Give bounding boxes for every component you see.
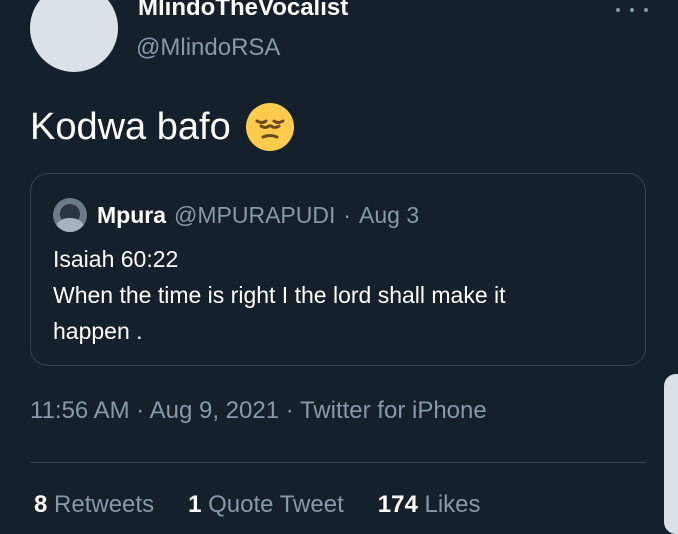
stats-divider (30, 462, 646, 463)
quote-count: 1 (188, 491, 202, 518)
retweets-label: Retweets (54, 491, 155, 518)
quote-label: Quote Tweet (208, 491, 344, 518)
scrollbar-thumb[interactable] (664, 374, 678, 534)
more-icon[interactable] (616, 2, 648, 18)
author-display-name[interactable]: MlindoTheVocalist (138, 0, 348, 22)
quoted-author-avatar[interactable] (53, 198, 87, 232)
likes-label: Likes (424, 491, 481, 518)
quoted-tweet-card[interactable]: Mpura @MPURAPUDI · Aug 3 Isaiah 60:22 Wh… (30, 173, 646, 366)
more-dot (616, 8, 620, 12)
quoted-tweet-header: Mpura @MPURAPUDI · Aug 3 (53, 198, 419, 232)
quote-tweet-stat[interactable]: 1 Quote Tweet (188, 491, 344, 519)
quoted-meta-separator: · (343, 201, 352, 228)
retweets-count: 8 (34, 491, 48, 518)
more-dot (630, 8, 634, 12)
more-dot (644, 8, 648, 12)
likes-count: 174 (377, 491, 418, 518)
quoted-author-handle[interactable]: @MPURAPUDI (174, 202, 335, 229)
likes-stat[interactable]: 174 Likes (378, 491, 481, 519)
tweet-text: Kodwa bafo (30, 105, 231, 148)
retweets-stat[interactable]: 8 Retweets (34, 491, 154, 519)
quoted-tweet-body: Isaiah 60:22 When the time is right I th… (53, 246, 506, 344)
tweet-timestamp[interactable]: 11:56 AM · Aug 9, 2021 · Twitter for iPh… (30, 397, 487, 425)
author-handle[interactable]: @MlindoRSA (136, 34, 280, 62)
tweet-author-row: MlindoTheVocalist @MlindoRSA (30, 0, 670, 80)
quoted-tweet-date[interactable]: Aug 3 (359, 202, 419, 229)
pensive-face-emoji-icon (245, 103, 294, 151)
tweet-text-line: Kodwa bafo (30, 102, 295, 152)
tweet-stats: 8 Retweets 1 Quote Tweet 174 Likes (34, 491, 481, 519)
quoted-author-name[interactable]: Mpura (97, 202, 166, 229)
author-avatar[interactable] (30, 0, 118, 72)
